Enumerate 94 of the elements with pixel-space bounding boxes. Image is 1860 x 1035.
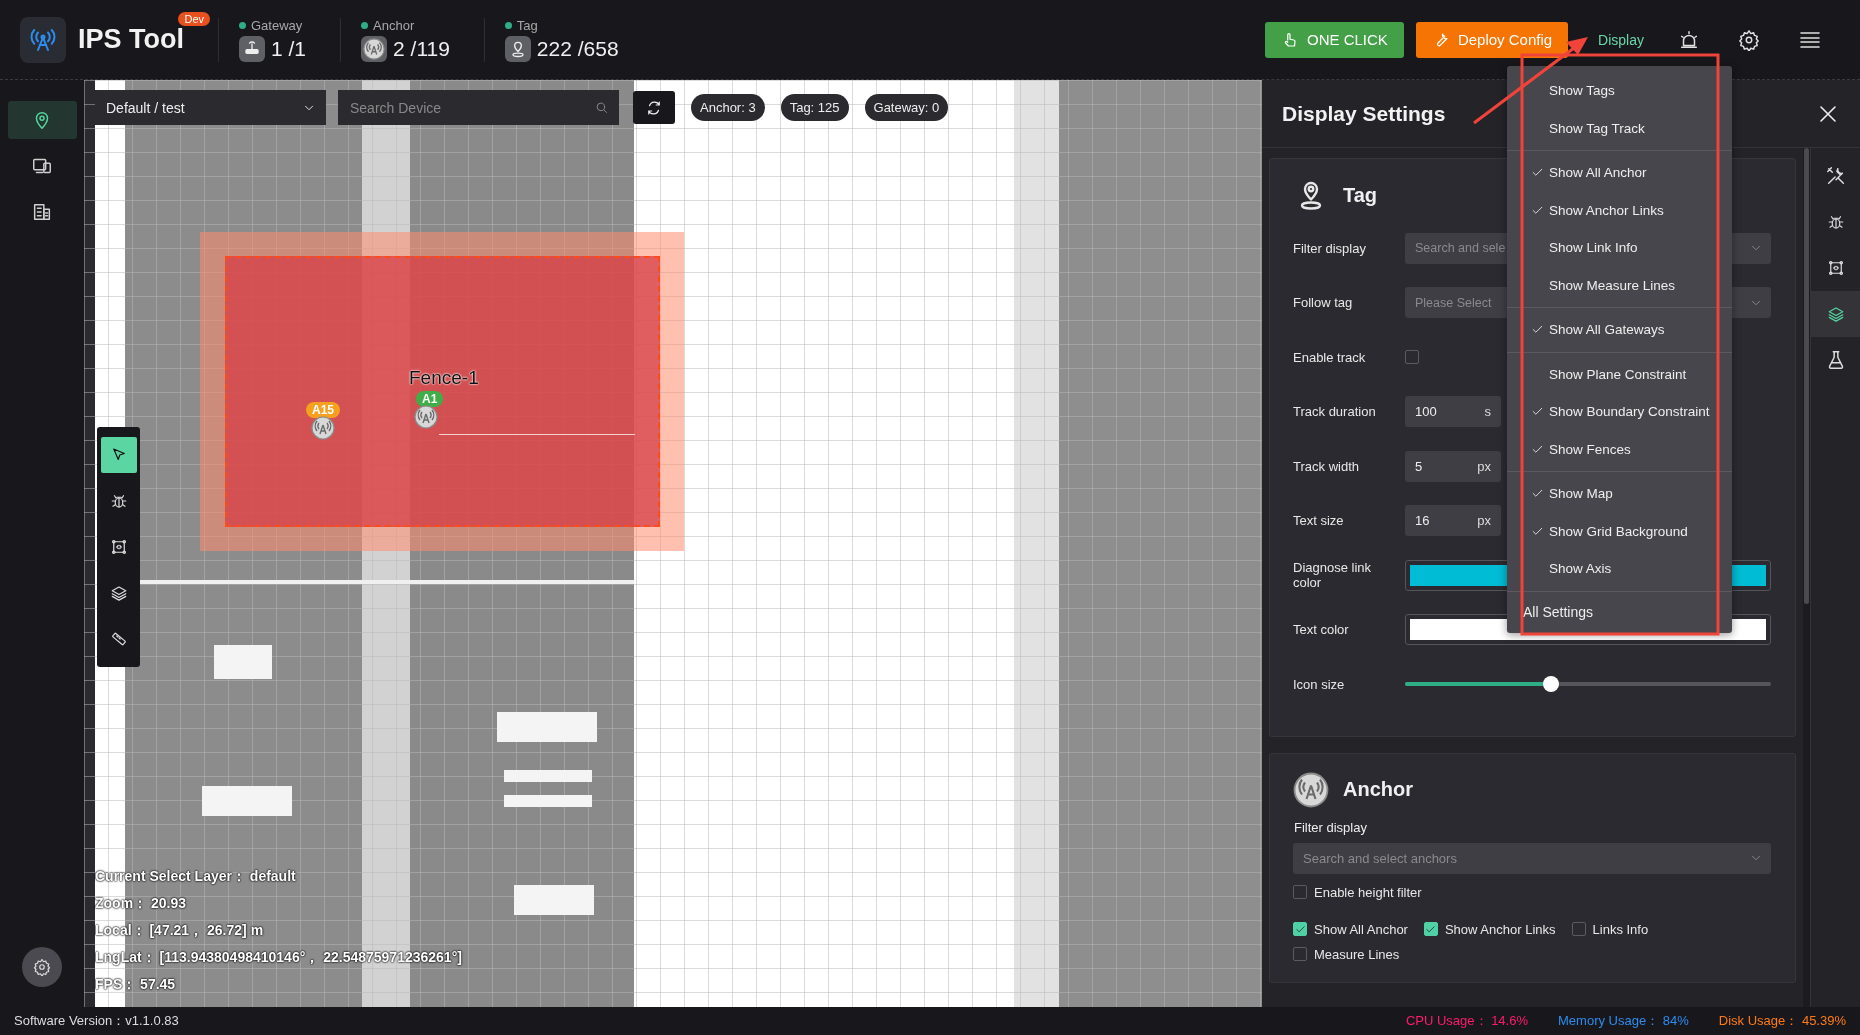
check-icon: [1425, 923, 1437, 935]
field-label: Icon size: [1293, 676, 1346, 692]
section-title: Tag: [1343, 183, 1378, 207]
menu-item[interactable]: Show Plane Constraint: [1507, 355, 1732, 393]
anchor-marker-icon[interactable]: [414, 405, 438, 429]
menu-item[interactable]: Show Fences: [1507, 430, 1732, 468]
settings-icon: [1738, 28, 1760, 51]
software-version: Software Version：v1.1.0.83: [14, 1012, 179, 1030]
scrollbar-thumb[interactable]: [1804, 148, 1809, 604]
map-info-text: LngLat： [113.94380498410146°， 22.54875971236261°]: [95, 949, 462, 967]
fence-label: Fence-1: [409, 368, 479, 388]
bug-icon: [1826, 213, 1845, 231]
dev-badge: Dev: [178, 12, 210, 26]
map-info-text: Zoom： 20.93: [95, 895, 188, 913]
search-field[interactable]: Search Device: [338, 90, 619, 125]
checkbox[interactable]: [1405, 350, 1419, 364]
settings-icon: [33, 958, 51, 976]
menu-item[interactable]: All Settings: [1507, 591, 1594, 630]
field-label: Track width: [1293, 458, 1360, 474]
status-dot-icon: [361, 21, 369, 29]
menu-item[interactable]: Show Boundary Constraint: [1507, 393, 1732, 431]
field-label: Enable track: [1293, 349, 1367, 365]
app-title: IPS Tool: [78, 24, 184, 54]
checkbox[interactable]: [1293, 922, 1307, 936]
checkbox-label: Show Anchor Links: [1444, 921, 1556, 937]
anchor-badge: A15: [306, 402, 340, 418]
rail-tool[interactable]: [1811, 291, 1860, 337]
usage-metric: CPU Usage： 14.6%: [1405, 1012, 1528, 1030]
field-label: Text size: [1293, 513, 1345, 528]
count-chip: Gateway: 0: [864, 94, 949, 121]
status-dot-icon: [504, 21, 512, 29]
count-chip: Tag: 125: [780, 94, 849, 121]
tools-icon: [1824, 165, 1847, 187]
antenna-icon: [1293, 771, 1329, 808]
map-tool[interactable]: [100, 437, 137, 473]
stat-value: 2 /119: [393, 36, 450, 61]
alarm-light-icon: [1678, 28, 1700, 51]
alarm-button[interactable]: [1678, 28, 1700, 51]
slider-thumb[interactable]: [1543, 676, 1560, 692]
menu-item[interactable]: Show Link Info: [1507, 229, 1732, 267]
frame-icon: [1826, 259, 1845, 277]
checkbox-label: Enable height filter: [1314, 884, 1422, 900]
refresh-button[interactable]: [633, 91, 675, 124]
menu-item[interactable]: Show Map: [1507, 475, 1732, 513]
checkbox[interactable]: [1293, 885, 1307, 899]
menu-item[interactable]: Show All Anchor: [1507, 154, 1732, 192]
menu-item[interactable]: Show Measure Lines: [1507, 266, 1732, 304]
check-icon: [1294, 923, 1306, 935]
section-title: Anchor: [1343, 778, 1413, 801]
menu-item[interactable]: Show Axis: [1507, 550, 1732, 588]
menu-item[interactable]: Show All Gateways: [1507, 311, 1732, 349]
field-label: Text color: [1293, 622, 1350, 637]
field-label: Track duration: [1293, 404, 1377, 419]
checkbox-label: Show All Anchor: [1314, 921, 1408, 937]
settings-button[interactable]: [22, 947, 62, 987]
checkbox[interactable]: [1423, 922, 1438, 936]
usage-metric: Memory Usage： 84%: [1558, 1012, 1689, 1030]
layers-icon: [109, 584, 128, 602]
stat-label: Gateway: [251, 17, 303, 33]
count-chip: Anchor: 3: [691, 94, 765, 121]
field-label: Follow tag: [1293, 295, 1354, 310]
field-label: Filter display: [1293, 240, 1367, 256]
checkbox-label: Measure Lines: [1314, 946, 1400, 962]
stat-value: 1 /1: [271, 36, 307, 61]
menu-item[interactable]: Show Anchor Links: [1507, 191, 1732, 229]
display-link[interactable]: Display: [1598, 31, 1644, 48]
checkbox-label: Links Info: [1592, 921, 1649, 937]
layers-icon: [1826, 305, 1845, 323]
stat-label: Tag: [516, 17, 538, 33]
menu-item[interactable]: Show Grid Background: [1507, 512, 1732, 550]
bug-icon: [109, 492, 128, 510]
menu-item[interactable]: Show Tags: [1507, 72, 1732, 110]
frame-icon: [109, 538, 128, 556]
search-icon: [594, 100, 609, 115]
panel-title: Display Settings: [1282, 101, 1446, 126]
anchor-marker-icon[interactable]: [311, 416, 335, 440]
checkbox[interactable]: [1293, 947, 1307, 961]
layer-select[interactable]: Default / test: [95, 90, 326, 125]
status-dot-icon: [239, 21, 246, 29]
usage-metric: Disk Usage： 45.39%: [1718, 1012, 1846, 1030]
number-field[interactable]: 100 s: [1405, 396, 1501, 427]
map-info-text: Local： [47.21， 26.72] m: [95, 922, 265, 940]
field-label: Diagnose link color: [1293, 560, 1373, 590]
refresh-icon: [645, 98, 663, 117]
stat-label: Anchor: [373, 17, 415, 33]
checkbox[interactable]: [1571, 922, 1586, 936]
ruler-icon: [109, 630, 128, 648]
field-label: Filter display: [1294, 819, 1368, 835]
settings-button[interactable]: [1738, 28, 1760, 51]
number-field[interactable]: 5 px: [1405, 450, 1501, 482]
number-field[interactable]: 16 px: [1405, 505, 1501, 536]
stat-value: 222 /658: [536, 36, 619, 61]
menu-item[interactable]: Show Tag Track: [1507, 109, 1732, 147]
building-icon: [31, 201, 53, 223]
